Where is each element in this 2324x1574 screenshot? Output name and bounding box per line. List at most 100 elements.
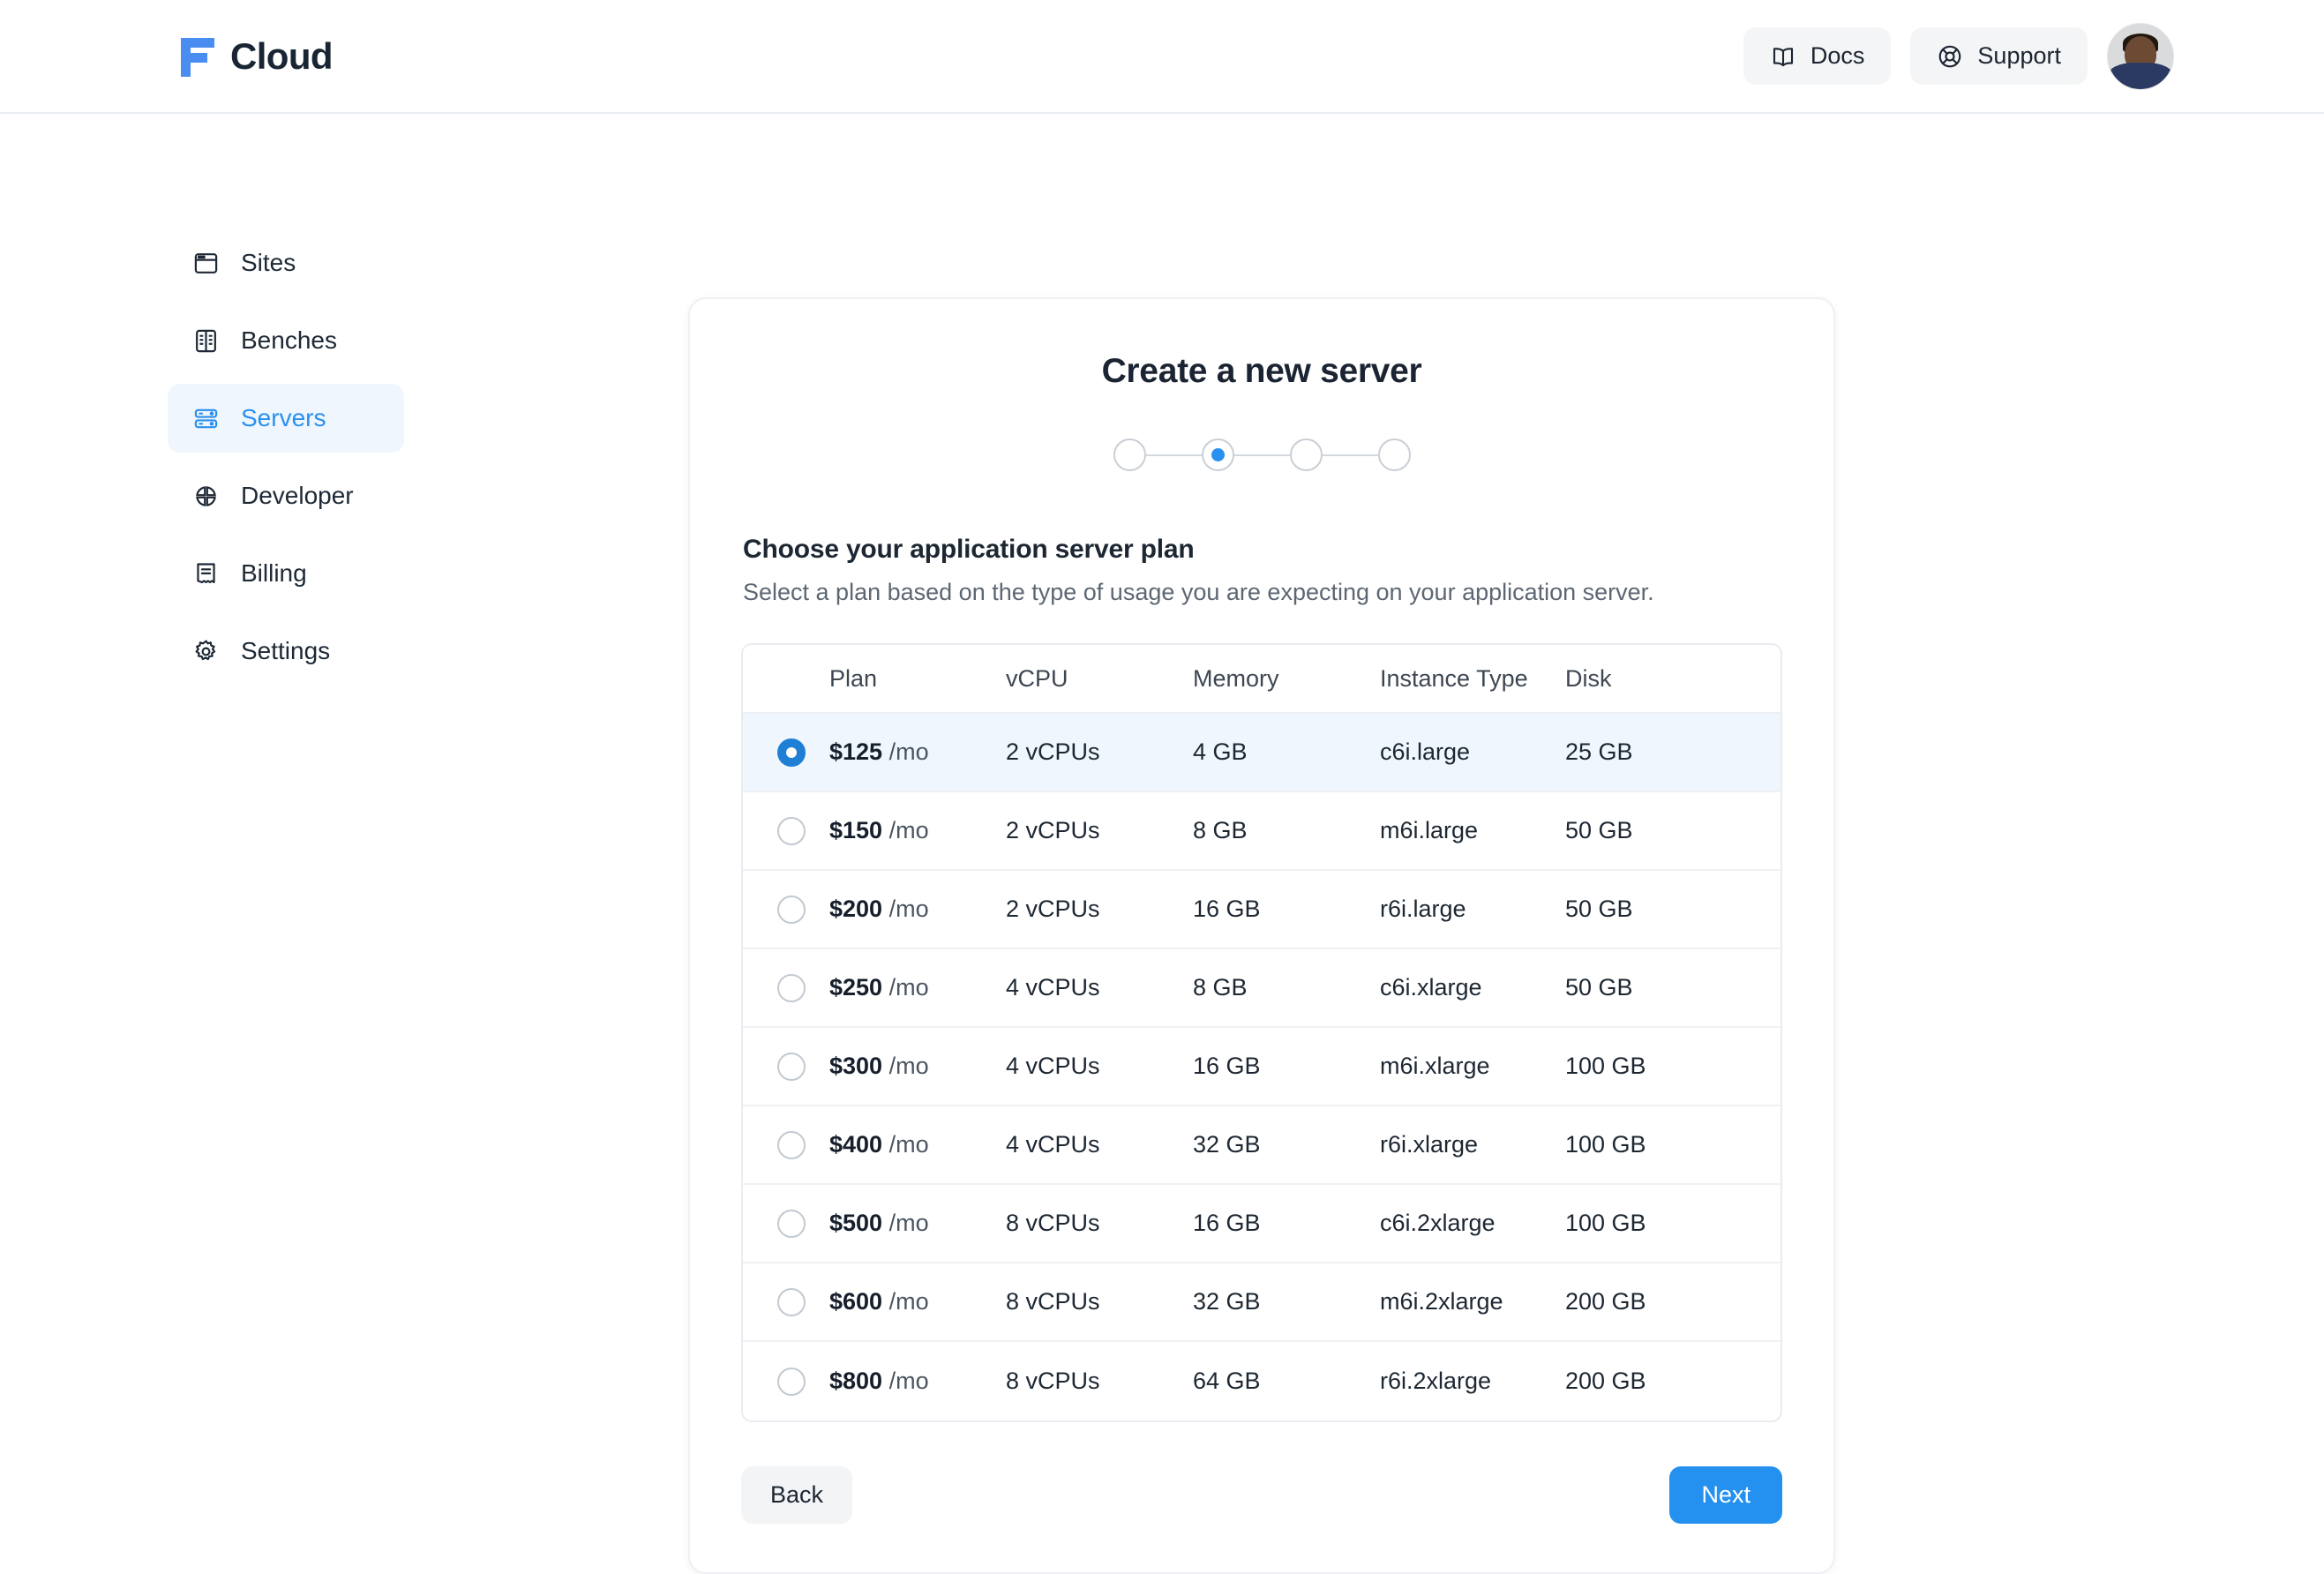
sidebar-item-label: Servers	[241, 404, 326, 431]
plan-radio-unselected[interactable]	[777, 1130, 806, 1159]
plan-radio-cell[interactable]	[743, 1367, 829, 1396]
support-button[interactable]: Support	[1910, 27, 2088, 85]
plan-row[interactable]: $500 /mo 8 vCPUs 16 GB c6i.2xlarge 100 GB	[743, 1185, 1780, 1263]
sidebar-item-label: Benches	[241, 326, 337, 354]
docs-label: Docs	[1810, 42, 1865, 69]
user-avatar[interactable]	[2107, 22, 2174, 90]
plan-row[interactable]: $125 /mo 2 vCPUs 4 GB c6i.large 25 GB	[743, 714, 1780, 792]
plan-radio-cell[interactable]	[743, 1209, 829, 1238]
plan-row[interactable]: $250 /mo 4 vCPUs 8 GB c6i.xlarge 50 GB	[743, 949, 1780, 1028]
plan-period: /mo	[888, 1368, 929, 1394]
plan-price-cell: $150 /mo	[829, 817, 1006, 844]
gear-icon	[192, 638, 220, 665]
plan-row[interactable]: $800 /mo 8 vCPUs 64 GB r6i.2xlarge 200 GB	[743, 1342, 1780, 1420]
sidebar-item-settings[interactable]: Settings	[168, 617, 404, 686]
plan-period: /mo	[888, 1288, 929, 1315]
receipt-icon	[192, 560, 220, 588]
sidebar-item-sites[interactable]: Sites	[168, 229, 404, 297]
column-header-vcpu: vCPU	[1006, 664, 1068, 692]
docs-button[interactable]: Docs	[1743, 27, 1892, 85]
plan-price-cell: $250 /mo	[829, 974, 1006, 1001]
plan-instance-type: r6i.large	[1380, 896, 1466, 922]
plan-row[interactable]: $400 /mo 4 vCPUs 32 GB r6i.xlarge 100 GB	[743, 1106, 1780, 1185]
plan-row[interactable]: $300 /mo 4 vCPUs 16 GB m6i.xlarge 100 GB	[743, 1028, 1780, 1106]
plan-vcpu: 4 vCPUs	[1006, 1053, 1100, 1079]
card-footer: Back Next	[741, 1466, 1782, 1524]
sidebar-item-servers[interactable]: Servers	[168, 384, 404, 453]
plan-vcpu: 4 vCPUs	[1006, 974, 1100, 1001]
plan-disk: 200 GB	[1565, 1288, 1646, 1315]
book-icon	[1770, 43, 1796, 70]
section-subtitle: Select a plan based on the type of usage…	[743, 579, 1654, 605]
plan-memory: 64 GB	[1193, 1368, 1261, 1394]
plan-radio-cell[interactable]	[743, 973, 829, 1002]
plan-row[interactable]: $200 /mo 2 vCPUs 16 GB r6i.large 50 GB	[743, 871, 1780, 949]
plan-radio-cell[interactable]	[743, 1130, 829, 1159]
plan-period: /mo	[888, 1053, 929, 1079]
back-button[interactable]: Back	[741, 1466, 853, 1524]
plan-disk: 50 GB	[1565, 974, 1633, 1001]
plan-disk: 25 GB	[1565, 738, 1633, 765]
bench-rack-icon	[192, 327, 220, 355]
step-1[interactable]	[1113, 438, 1146, 471]
plan-price-cell: $500 /mo	[829, 1210, 1006, 1237]
plan-row[interactable]: $150 /mo 2 vCPUs 8 GB m6i.large 50 GB	[743, 792, 1780, 871]
column-header-instance-type: Instance Type	[1380, 664, 1528, 692]
plan-radio-unselected[interactable]	[777, 816, 806, 845]
plan-radio-cell[interactable]	[743, 1287, 829, 1316]
plan-period: /mo	[888, 738, 929, 765]
step-line-2	[1233, 453, 1290, 456]
plans-table: Plan vCPU Memory Instance Type Disk $125…	[741, 643, 1782, 1422]
step-3[interactable]	[1289, 438, 1323, 471]
plan-radio-unselected[interactable]	[777, 973, 806, 1002]
column-header-memory: Memory	[1193, 664, 1279, 692]
next-button[interactable]: Next	[1669, 1466, 1782, 1524]
sidebar-nav: Sites Benches Servers Developer Billing …	[0, 114, 688, 1574]
plan-radio-unselected[interactable]	[777, 895, 806, 924]
plan-period: /mo	[888, 817, 929, 843]
step-4[interactable]	[1377, 438, 1411, 471]
plan-radio-unselected[interactable]	[777, 1209, 806, 1238]
plan-memory: 32 GB	[1193, 1131, 1261, 1158]
main-content: Create a new server Choose your applicat…	[688, 114, 1835, 1574]
sidebar-item-label: Sites	[241, 249, 296, 276]
plan-disk: 100 GB	[1565, 1131, 1646, 1158]
plan-instance-type: c6i.xlarge	[1380, 974, 1482, 1001]
plan-price: $500	[829, 1210, 883, 1236]
plan-instance-type: m6i.xlarge	[1380, 1053, 1490, 1079]
plan-price-cell: $125 /mo	[829, 738, 1006, 766]
lifebuoy-icon	[1937, 43, 1963, 70]
plan-period: /mo	[888, 974, 929, 1001]
app-logo[interactable]: Cloud	[181, 35, 334, 78]
plan-vcpu: 2 vCPUs	[1006, 896, 1100, 922]
browser-window-icon	[192, 250, 220, 277]
sidebar-item-label: Developer	[241, 482, 354, 509]
plan-radio-cell[interactable]	[743, 738, 829, 767]
plan-vcpu: 8 vCPUs	[1006, 1288, 1100, 1315]
page-title: Create a new server	[1101, 352, 1422, 390]
sidebar-item-benches[interactable]: Benches	[168, 306, 404, 375]
sidebar-item-developer[interactable]: Developer	[168, 461, 404, 530]
support-label: Support	[1977, 42, 2061, 69]
frappe-f-logo-icon	[181, 36, 216, 77]
sidebar-item-billing[interactable]: Billing	[168, 539, 404, 608]
plan-radio-unselected[interactable]	[777, 1052, 806, 1081]
step-2-active[interactable]	[1201, 438, 1234, 471]
plan-disk: 50 GB	[1565, 896, 1633, 922]
plan-radio-selected[interactable]	[777, 738, 806, 767]
plan-radio-cell[interactable]	[743, 816, 829, 845]
plan-price: $400	[829, 1131, 883, 1158]
plan-radio-cell[interactable]	[743, 895, 829, 924]
plan-memory: 16 GB	[1193, 1210, 1261, 1236]
create-server-card: Create a new server Choose your applicat…	[688, 297, 1835, 1574]
sidebar-item-label: Settings	[241, 637, 331, 664]
plan-price-cell: $200 /mo	[829, 896, 1006, 923]
plan-price: $800	[829, 1368, 883, 1394]
plan-radio-cell[interactable]	[743, 1052, 829, 1081]
plan-row[interactable]: $600 /mo 8 vCPUs 32 GB m6i.2xlarge 200 GB	[743, 1263, 1780, 1342]
plan-radio-unselected[interactable]	[777, 1367, 806, 1396]
plan-radio-unselected[interactable]	[777, 1287, 806, 1316]
plan-period: /mo	[888, 1131, 929, 1158]
section-title: Choose your application server plan	[743, 535, 1195, 564]
wizard-stepper	[690, 438, 1833, 471]
